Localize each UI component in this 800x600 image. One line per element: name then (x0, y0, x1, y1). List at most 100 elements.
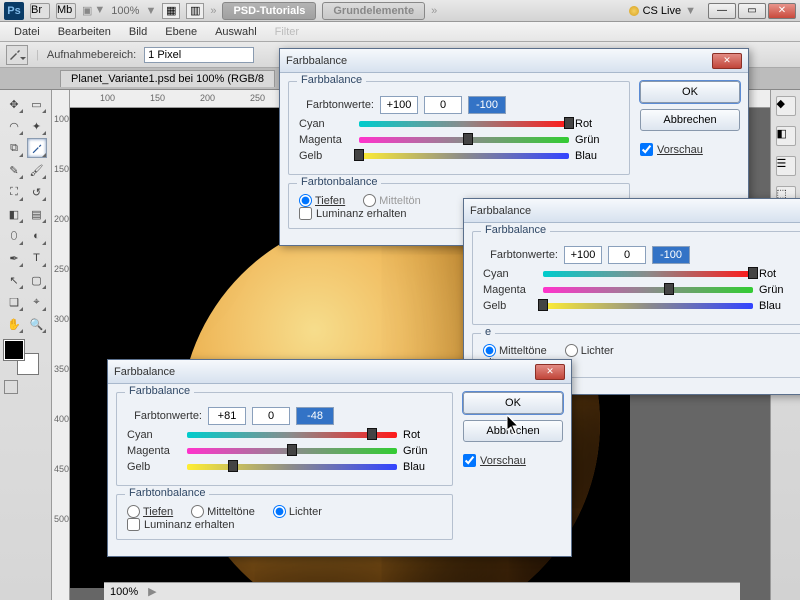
zoom-tool[interactable]: 🔍 (27, 314, 47, 334)
slider-yb[interactable] (187, 461, 397, 473)
group-legend: Farbbalance (297, 74, 366, 86)
status-zoom[interactable]: 100% (110, 586, 138, 598)
maximize-button[interactable]: ▭ (738, 3, 766, 19)
slider-yb[interactable] (543, 300, 753, 312)
tone-mid-radio[interactable]: Mitteltöne (483, 344, 547, 357)
history-tool[interactable]: ↺ (27, 182, 47, 202)
tone-high-radio[interactable]: Lichter (273, 505, 322, 518)
pen-tool[interactable]: ✒ (4, 248, 24, 268)
menu-item[interactable]: Bearbeiten (50, 24, 119, 40)
level-magenta-green[interactable] (424, 96, 462, 114)
level-yellow-blue[interactable] (468, 96, 506, 114)
view-dd2[interactable]: ▥ (186, 3, 204, 19)
eraser-tool[interactable]: ◧ (4, 204, 24, 224)
slider-mg[interactable] (187, 445, 397, 457)
camera-tool[interactable]: ⌖ (27, 292, 47, 312)
move-tool[interactable]: ✥ (4, 94, 24, 114)
crop-tool[interactable]: ⧉ (4, 138, 24, 158)
level-cyan-red[interactable] (564, 246, 602, 264)
type-tool[interactable]: T (27, 248, 47, 268)
status-bar: 100% ▶ (104, 582, 740, 600)
hand-tool[interactable]: ✋ (4, 314, 24, 334)
tone-shadows-radio[interactable]: Tiefen (299, 194, 345, 207)
path-tool[interactable]: ↖ (4, 270, 24, 290)
slider-mg[interactable] (543, 284, 753, 296)
slider-cr[interactable] (187, 429, 397, 441)
close-button[interactable]: ✕ (768, 3, 796, 19)
panel-icon[interactable]: ☰ (776, 156, 796, 176)
luminosity-checkbox[interactable]: Luminanz erhalten (127, 518, 442, 531)
close-icon[interactable]: ✕ (535, 364, 565, 380)
cancel-button[interactable]: Abbrechen (463, 420, 563, 442)
group-legend: e (481, 326, 495, 338)
level-magenta-green[interactable] (608, 246, 646, 264)
preview-checkbox[interactable]: Vorschau (640, 143, 740, 156)
marquee-tool[interactable]: ▭ (27, 94, 47, 114)
dodge-tool[interactable]: ◐ (27, 226, 47, 246)
workspace-tab-inactive[interactable]: Grundelemente (322, 2, 425, 20)
menu-item[interactable]: Datei (6, 24, 48, 40)
level-cyan-red[interactable] (380, 96, 418, 114)
view-dd1[interactable]: ▦ (162, 3, 180, 19)
menu-item[interactable]: Filter (267, 24, 307, 40)
ok-button[interactable]: OK (640, 81, 740, 103)
slider-cr[interactable] (359, 118, 569, 130)
menu-item[interactable]: Bild (121, 24, 155, 40)
tone-mid-radio[interactable]: Mitteltöne (191, 505, 255, 518)
shape-tool[interactable]: ▢ (27, 270, 47, 290)
cslive-icon (629, 6, 639, 16)
eyedropper-tool[interactable] (27, 138, 47, 158)
cancel-button[interactable]: Abbrechen (640, 109, 740, 131)
level-yellow-blue[interactable] (296, 407, 334, 425)
levels-label: Farbtonwerte: (299, 99, 374, 111)
ok-button[interactable]: OK (463, 392, 563, 414)
panel-icon[interactable]: ◧ (776, 126, 796, 146)
slider-cr[interactable] (543, 268, 753, 280)
gradient-tool[interactable]: ▤ (27, 204, 47, 224)
workspace-tab-active[interactable]: PSD-Tutorials (222, 2, 316, 20)
app-badge: Ps (4, 2, 24, 20)
lasso-tool[interactable]: ◠ (4, 116, 24, 136)
wand-tool[interactable]: ✦ (27, 116, 47, 136)
sample-size-input[interactable] (144, 47, 254, 63)
fg-swatch[interactable] (4, 340, 24, 360)
group-legend: Farbbalance (125, 385, 194, 397)
zoom-pct[interactable]: 100% (111, 5, 139, 17)
levels-label: Farbtonwerte: (127, 410, 202, 422)
menu-item[interactable]: Ebene (157, 24, 205, 40)
blur-tool[interactable]: ⬯ (4, 226, 24, 246)
brush-tool[interactable]: 🖌 (27, 160, 47, 180)
dialog-title: Farbbalance (470, 205, 531, 217)
bridge-icon[interactable]: Br (30, 3, 50, 19)
menu-item[interactable]: Auswahl (207, 24, 265, 40)
minibridge-icon[interactable]: Mb (56, 3, 76, 19)
levels-label: Farbtonwerte: (483, 249, 558, 261)
level-magenta-green[interactable] (252, 407, 290, 425)
dialog-title: Farbbalance (286, 55, 347, 67)
level-yellow-blue[interactable] (652, 246, 690, 264)
tone-high-radio[interactable]: Lichter (565, 344, 614, 357)
minimize-button[interactable]: — (708, 3, 736, 19)
heal-tool[interactable]: ✎ (4, 160, 24, 180)
stamp-tool[interactable]: ⛶ (4, 182, 24, 202)
sample-label: Aufnahmebereich: (47, 49, 136, 61)
quickmask-toggle[interactable] (4, 380, 47, 394)
panel-icon[interactable]: ◆ (776, 96, 796, 116)
cslive-label[interactable]: CS Live (643, 5, 682, 17)
eyedropper-icon[interactable] (6, 45, 28, 65)
slider-yb[interactable] (359, 150, 569, 162)
vertical-ruler: 100 150 200 250 300 350 400 450 500 (52, 90, 70, 600)
tool-palette: ✥ ▭ ◠ ✦ ⧉ ✎ 🖌 ⛶ ↺ ◧ ▤ ⬯ ◐ ✒ T ↖ ▢ ❑ ⌖ ✋ … (0, 90, 52, 600)
slider-mg[interactable] (359, 134, 569, 146)
tone-mid-radio[interactable]: Mitteltön (363, 194, 421, 207)
app-topbar: Ps Br Mb ▣▼ 100%▼ ▦ ▥ » PSD-Tutorials Gr… (0, 0, 800, 22)
document-tab[interactable]: Planet_Variante1.psd bei 100% (RGB/8 (60, 70, 275, 87)
preview-checkbox[interactable]: Vorschau (463, 454, 563, 467)
group-legend: Farbbalance (481, 224, 550, 236)
3d-tool[interactable]: ❑ (4, 292, 24, 312)
level-cyan-red[interactable] (208, 407, 246, 425)
view-arrows[interactable]: ▣▼ (82, 4, 105, 17)
color-swatches[interactable] (4, 340, 38, 374)
close-icon[interactable]: ✕ (712, 53, 742, 69)
tone-shadows-radio[interactable]: Tiefen (127, 505, 173, 518)
